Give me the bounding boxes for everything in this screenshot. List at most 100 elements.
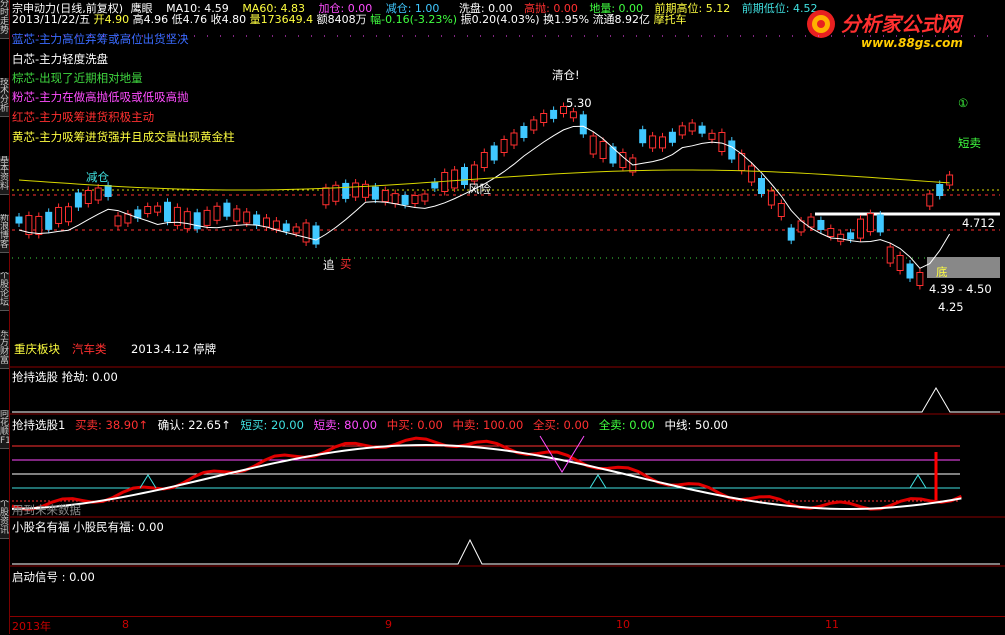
candle-body	[748, 165, 756, 183]
legend-yellow-text: 黄芯-主力吸筹进货强并且成交量出现黄金柱	[12, 130, 235, 144]
candle-body	[550, 109, 558, 119]
panel3-note: 用到未来数据	[12, 503, 81, 517]
p3-duanmai-buy: 短买: 20.00	[240, 418, 304, 432]
legend-blue-text: 蓝芯-主力高位弃筹或高位出货坚决	[12, 32, 189, 46]
label-mai: 买	[340, 257, 352, 271]
candle-body	[243, 211, 251, 224]
candle-body	[302, 222, 310, 243]
label-duanmai: 短卖	[958, 136, 981, 150]
candle-body	[441, 172, 449, 192]
candle-body	[708, 132, 716, 140]
p4-signal-line	[12, 538, 1000, 565]
candle-body	[45, 211, 53, 230]
candle-body	[896, 255, 904, 271]
candle-body	[401, 194, 409, 205]
candle-body	[540, 113, 548, 123]
candle-body	[569, 111, 577, 119]
label-jiancang: 减仓	[86, 170, 109, 184]
candle-body	[381, 190, 389, 203]
legend-white: 白芯-主力轻度洗盘	[12, 51, 108, 67]
panel3-header: 抢持选股1 买卖: 38.90↑ 确认: 22.65↑ 短买: 20.00 短卖…	[12, 417, 728, 433]
candle-body	[154, 205, 162, 213]
p3-white-curve	[11, 444, 962, 510]
candle-body	[500, 139, 508, 153]
candle-body	[352, 182, 360, 198]
p3-cyan-2	[589, 474, 607, 489]
candle-body	[213, 205, 221, 221]
legend-brown: 棕芯-出现了近期相对地量	[12, 70, 143, 86]
label-suspend: 2013.4.12 停牌	[131, 342, 217, 356]
candle-body	[203, 209, 211, 226]
candle-body	[233, 208, 241, 222]
date-label-8: 8	[122, 618, 129, 631]
label-qingcang: 清仓!	[552, 68, 580, 82]
candle-body	[35, 215, 43, 235]
candle-body	[857, 218, 864, 239]
candle-body	[114, 215, 122, 227]
candle-body	[807, 216, 815, 228]
candle-body	[688, 122, 696, 132]
p3-quanmai-sell: 全卖: 0.00	[598, 418, 655, 432]
date-label-9: 9	[385, 618, 392, 631]
p3-maimai: 买卖: 38.90↑	[74, 418, 149, 432]
candle-body	[530, 119, 538, 131]
candle-body	[827, 228, 835, 238]
p3-zhongmai-sell: 中卖: 100.00	[452, 418, 524, 432]
label-bottom-price: 4.25	[938, 300, 964, 314]
candle-body	[946, 174, 954, 186]
candle-body	[391, 193, 399, 205]
legend-white-text: 白芯-主力轻度洗盘	[12, 52, 109, 66]
p3-quanmai: 全买: 0.00	[532, 418, 590, 432]
candle-body	[411, 195, 419, 205]
candle-body	[886, 246, 894, 264]
candle-body	[936, 184, 944, 196]
label-peak-price: 5.30	[566, 96, 592, 110]
legend-pink-text: 粉芯-主力在做高抛低吸或低吸高抛	[12, 90, 189, 104]
candle-body	[312, 225, 320, 245]
candle-body	[659, 136, 666, 149]
candle-body	[55, 206, 63, 224]
p3-zhongxian: 中线: 50.00	[664, 418, 728, 432]
candle-body	[876, 214, 884, 233]
legend-pink: 粉芯-主力在做高抛低吸或低吸高抛	[12, 89, 189, 105]
candle-body	[342, 182, 350, 199]
candle-body	[371, 186, 379, 200]
candle-body	[272, 220, 280, 230]
candle-body	[253, 214, 261, 226]
ma-white-line	[18, 125, 951, 269]
label-level: 4.712	[962, 216, 995, 230]
label-circle-1: ①	[958, 96, 969, 110]
candle-body	[164, 201, 171, 222]
candle-body	[926, 193, 934, 207]
candle-body	[104, 185, 112, 197]
p3-duanmai-sell: 短卖: 80.00	[313, 418, 378, 432]
p3-cyan-3	[909, 474, 927, 489]
date-label-year: 2013年	[12, 620, 51, 633]
p2-signal-line	[12, 387, 1000, 413]
candle-body	[718, 132, 726, 153]
label-zhui: 追	[323, 258, 335, 272]
candle-body	[698, 125, 706, 134]
candle-body	[461, 167, 468, 185]
legend-blue: 蓝芯-主力高位弃筹或高位出货坚决	[12, 31, 189, 47]
candle-body	[906, 263, 914, 279]
candle-body	[510, 132, 518, 146]
candle-body	[847, 232, 855, 240]
date-axis[interactable]: 2013年 8 9 10 11	[10, 616, 1005, 635]
candle-body	[74, 192, 82, 208]
candle-body	[639, 129, 647, 144]
label-range: 4.39 - 4.50	[929, 282, 992, 296]
legend-red-text: 红芯-主力吸筹进货积极主动	[12, 110, 155, 124]
date-label-10: 10	[616, 618, 630, 631]
p3-queren: 确认: 22.65↑	[157, 418, 231, 432]
candle-body	[65, 206, 72, 223]
candle-body	[292, 226, 300, 234]
candle-body	[94, 187, 102, 201]
candle-body	[421, 193, 429, 202]
candle-body	[15, 216, 23, 224]
candle-body	[322, 187, 330, 206]
candle-body	[787, 227, 795, 241]
date-label-11: 11	[825, 618, 839, 631]
candle-body	[579, 114, 587, 135]
candle-body	[777, 203, 785, 217]
